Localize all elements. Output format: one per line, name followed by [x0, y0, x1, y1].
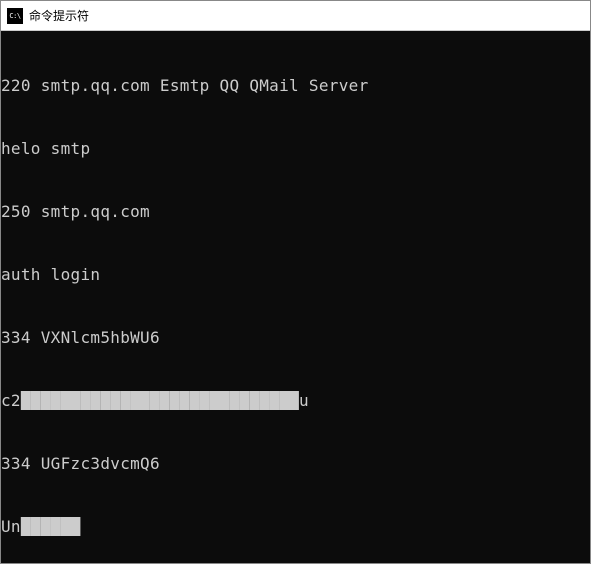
command-prompt-window: 命令提示符 220 smtp.qq.com Esmtp QQ QMail Ser… — [0, 0, 591, 564]
window-title: 命令提示符 — [29, 7, 89, 24]
cmd-icon — [7, 8, 23, 24]
terminal-line: Un██████ — [1, 516, 590, 537]
terminal-line: helo smtp — [1, 138, 590, 159]
terminal-line: 250 smtp.qq.com — [1, 201, 590, 222]
terminal-line: 220 smtp.qq.com Esmtp QQ QMail Server — [1, 75, 590, 96]
terminal-output[interactable]: 220 smtp.qq.com Esmtp QQ QMail Server he… — [1, 31, 590, 563]
terminal-line: 334 UGFzc3dvcmQ6 — [1, 453, 590, 474]
titlebar[interactable]: 命令提示符 — [1, 1, 590, 31]
terminal-line: c2████████████████████████████u — [1, 390, 590, 411]
terminal-line: 334 VXNlcm5hbWU6 — [1, 327, 590, 348]
terminal-line: auth login — [1, 264, 590, 285]
